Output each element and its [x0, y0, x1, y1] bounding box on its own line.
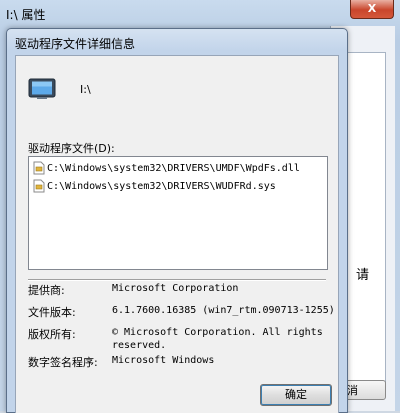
copyright-label: 版权所有:	[28, 328, 76, 341]
provider-label: 提供商:	[28, 284, 65, 297]
signer-value: Microsoft Windows	[112, 355, 215, 366]
file-path: C:\Windows\system32\DRIVERS\WUDFRd.sys	[47, 180, 276, 192]
properties-partial-text: 请	[356, 268, 370, 283]
device-name: I:\	[80, 83, 91, 96]
driver-file-icon	[33, 161, 45, 175]
driver-files-list[interactable]: C:\Windows\system32\DRIVERS\UMDF\WpdFs.d…	[28, 156, 328, 270]
list-item[interactable]: C:\Windows\system32\DRIVERS\UMDF\WpdFs.d…	[33, 160, 300, 176]
close-icon: X	[367, 2, 377, 15]
driver-file-details-dialog: 驱动程序文件详细信息 I:\ 驱动程序文件(D): C:\Windows\sys…	[6, 28, 348, 413]
dialog-title: 驱动程序文件详细信息	[15, 37, 136, 51]
driver-file-icon	[33, 179, 45, 193]
close-button[interactable]: X	[350, 0, 394, 19]
copyright-value-line1: © Microsoft Corporation. All rights	[112, 327, 323, 338]
file-path: C:\Windows\system32\DRIVERS\UMDF\WpdFs.d…	[47, 162, 300, 174]
list-item[interactable]: C:\Windows\system32\DRIVERS\WUDFRd.sys	[33, 178, 276, 194]
divider	[28, 279, 326, 281]
version-label: 文件版本:	[28, 306, 76, 319]
properties-window-panel	[344, 52, 386, 384]
signer-label: 数字签名程序:	[28, 356, 98, 369]
portable-device-icon	[28, 78, 56, 99]
ok-button[interactable]: 确定	[260, 384, 332, 406]
version-value: 6.1.7600.16385 (win7_rtm.090713-1255)	[112, 305, 335, 316]
dialog-body: I:\ 驱动程序文件(D): C:\Windows\system32\DRIVE…	[15, 55, 339, 413]
driver-files-label: 驱动程序文件(D):	[28, 142, 115, 155]
provider-value: Microsoft Corporation	[112, 283, 239, 294]
copyright-value-line2: reserved.	[112, 340, 167, 351]
properties-window-title: I:\ 属性	[6, 8, 46, 22]
